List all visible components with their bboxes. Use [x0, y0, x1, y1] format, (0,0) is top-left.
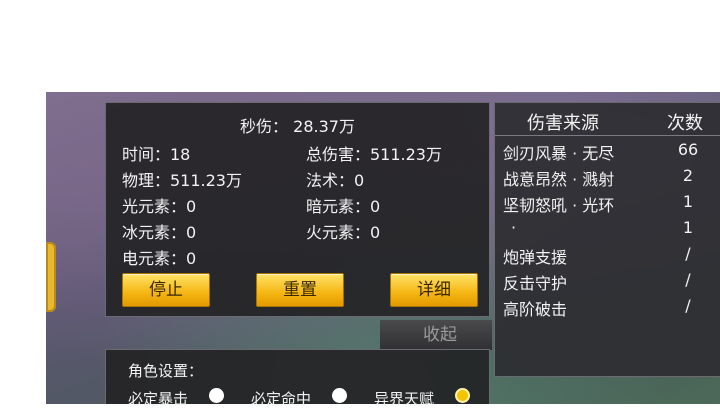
dps-value: 28.37万 — [293, 117, 355, 136]
stat-physical: 物理：511.23万 — [122, 171, 242, 190]
stat-time: 时间：18 — [122, 145, 191, 164]
option-talent-label: 异界天赋 — [374, 390, 435, 408]
source-row: 炮弹支援 / — [495, 244, 720, 270]
option-crit-radio[interactable] — [209, 388, 224, 403]
source-row: · 1 — [495, 218, 720, 244]
source-name: 坚韧怒吼 · 光环 — [503, 196, 615, 215]
stat-fire-element: 火元素：0 — [306, 223, 381, 242]
source-row: 反击守护 / — [495, 270, 720, 296]
source-name: 高阶破击 — [503, 300, 568, 319]
stat-ice-element: 冰元素：0 — [122, 223, 197, 242]
option-crit-label: 必定暴击 — [128, 390, 189, 408]
collapse-button[interactable]: 收起 — [380, 320, 492, 350]
header-count: 次数 — [667, 113, 703, 134]
source-row: 剑刃风暴 · 无尽 66 — [495, 140, 720, 166]
stat-magic: 法术：0 — [306, 171, 365, 190]
source-name: 炮弹支援 — [503, 248, 568, 267]
source-count: / — [685, 270, 691, 289]
role-settings-title: 角色设置： — [128, 362, 204, 380]
stop-button[interactable]: 停止 — [122, 273, 210, 307]
source-count: 66 — [677, 140, 699, 159]
option-hit-radio[interactable] — [332, 388, 347, 403]
reset-button[interactable]: 重置 — [256, 273, 344, 307]
source-count: 1 — [682, 218, 694, 237]
source-row: 高阶破击 / — [495, 296, 720, 322]
source-count: / — [685, 296, 691, 315]
source-row: 战意昂然 · 溅射 2 — [495, 166, 720, 192]
hexagon-skill-icon — [46, 242, 56, 312]
source-name: · — [511, 218, 517, 237]
header-damage-source: 伤害来源 — [527, 113, 599, 134]
damage-stats-panel: 秒伤： 28.37万 时间：18 总伤害：511.23万 物理：511.23万 … — [105, 102, 490, 317]
source-name: 反击守护 — [503, 274, 568, 293]
source-name: 战意昂然 · 溅射 — [503, 170, 615, 189]
stat-dark-element: 暗元素：0 — [306, 197, 381, 216]
option-hit-label: 必定命中 — [251, 390, 312, 408]
role-settings-panel: 角色设置： 必定暴击 必定命中 异界天赋 — [105, 349, 490, 408]
stat-total-damage: 总伤害：511.23万 — [306, 145, 442, 164]
option-talent-radio[interactable] — [455, 388, 470, 403]
source-count: / — [685, 244, 691, 263]
source-name: 剑刃风暴 · 无尽 — [503, 144, 615, 163]
stat-light-element: 光元素：0 — [122, 197, 197, 216]
detail-button[interactable]: 详细 — [390, 273, 478, 307]
source-row: 坚韧怒吼 · 光环 1 — [495, 192, 720, 218]
damage-source-panel: 伤害来源 次数 剑刃风暴 · 无尽 66 战意昂然 · 溅射 2 坚韧怒吼 · … — [494, 102, 720, 377]
dps-readout: 秒伤： 28.37万 — [106, 113, 489, 137]
source-count: 2 — [682, 166, 694, 185]
source-count: 1 — [682, 192, 694, 211]
dps-label: 秒伤： — [240, 117, 289, 136]
stat-electric-element: 电元素：0 — [122, 249, 197, 268]
header-divider — [495, 135, 720, 136]
